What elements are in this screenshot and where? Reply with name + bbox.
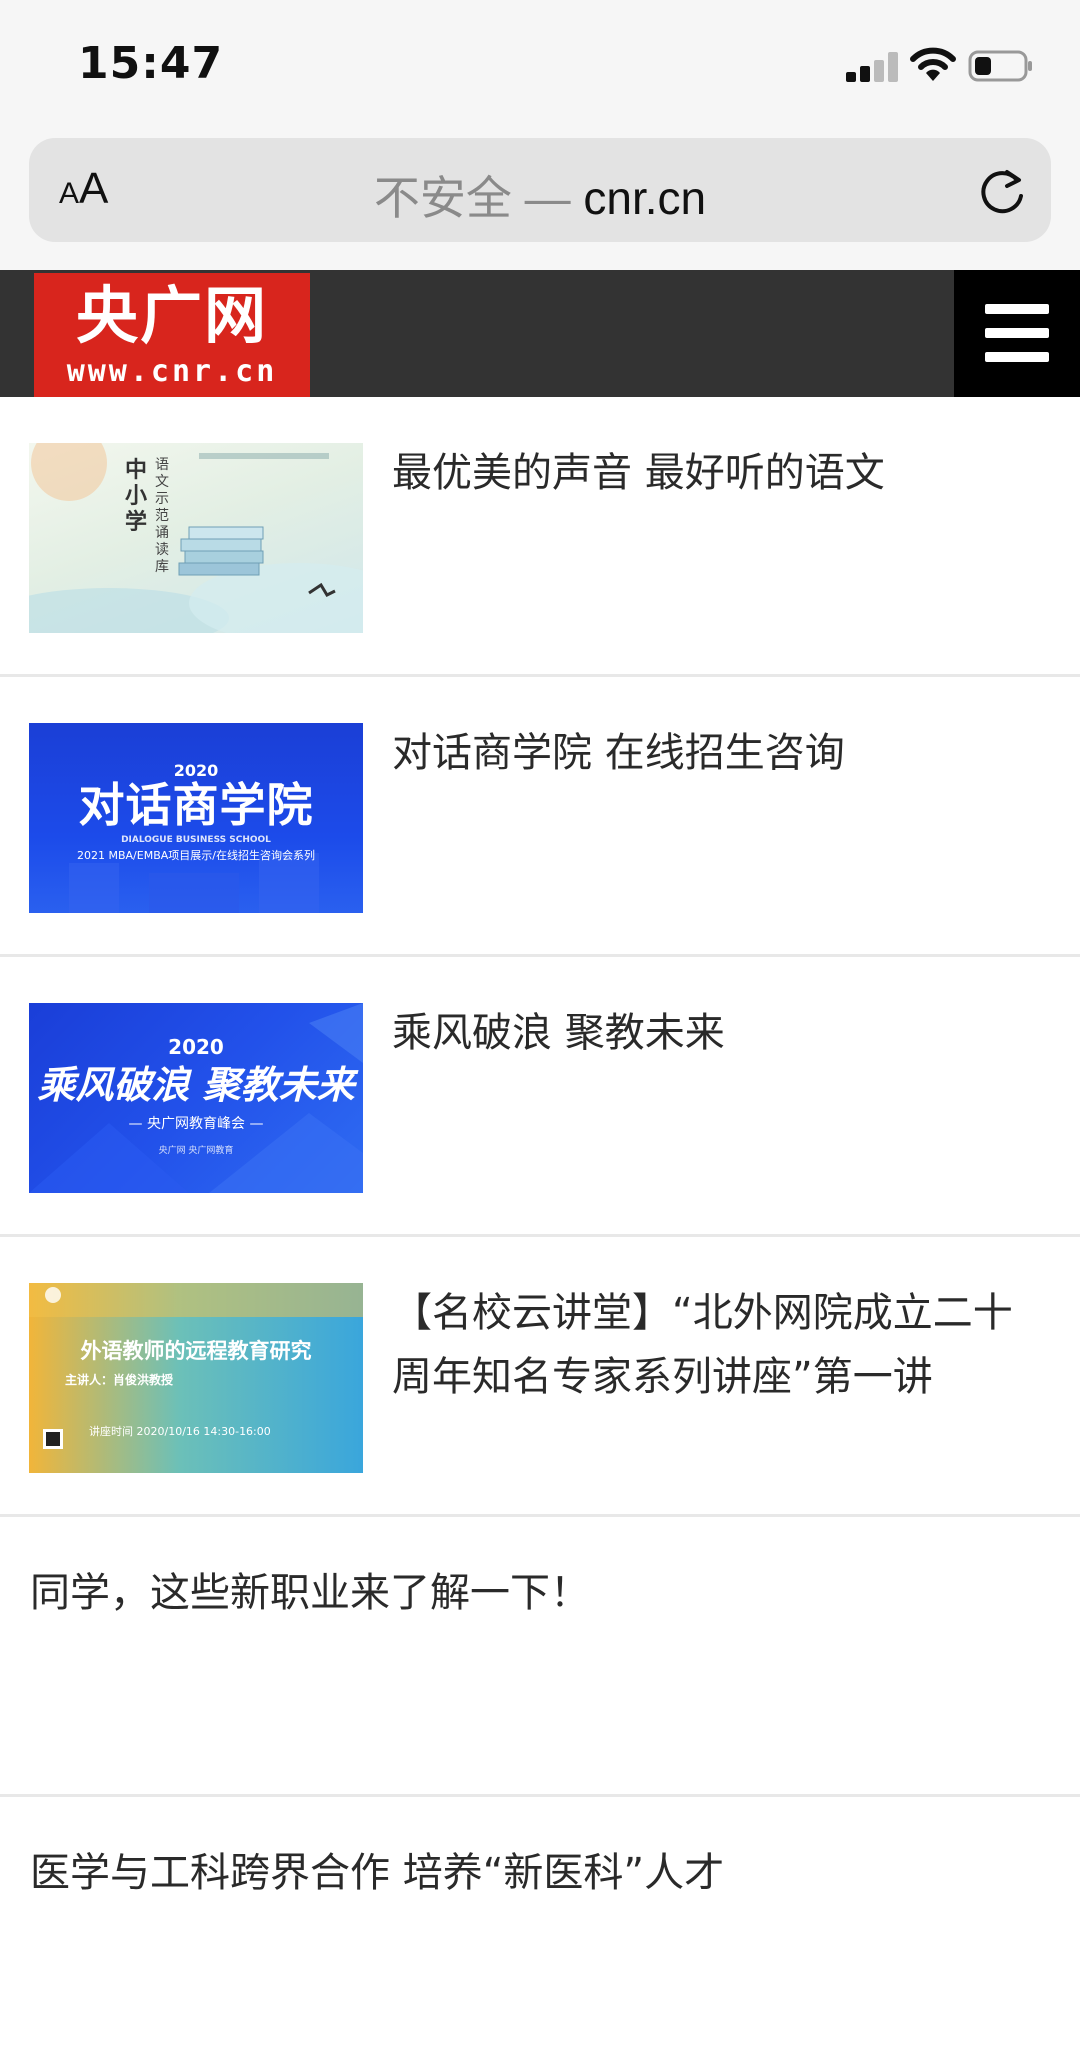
status-time: 15:47: [78, 38, 224, 89]
status-bar: 15:47: [0, 0, 1080, 130]
list-item[interactable]: 2020 乘风破浪 聚教未来 — 央广网教育峰会 — 央广网 央广网教育 乘风破…: [0, 957, 1080, 1237]
article-title[interactable]: 医学与工科跨界合作 培养“新医科”人才: [30, 1841, 1050, 1905]
url-domain: cnr.cn: [583, 172, 707, 224]
list-item[interactable]: 2020 对话商学院 DIALOGUE BUSINESS SCHOOL 2021…: [0, 677, 1080, 957]
browser-toolbar: AA 不安全 — cnr.cn: [0, 130, 1080, 270]
thumb-time: 讲座时间 2020/10/16 14:30-16:00: [89, 1425, 271, 1438]
thumb-speaker: 主讲人：肖俊洪教授: [65, 1373, 174, 1387]
thumb-side-text: 语文示范诵读库: [155, 457, 169, 575]
thumb-footer: 央广网 央广网教育: [158, 1146, 234, 1156]
list-item[interactable]: 同学，这些新职业来了解一下！: [0, 1517, 1080, 1797]
article-title[interactable]: 对话商学院 在线招生咨询: [392, 721, 1052, 785]
thumb-headline: 对话商学院: [78, 778, 314, 832]
article-title[interactable]: 【名校云讲堂】“北外网院成立二十周年知名专家系列讲座”第一讲: [392, 1281, 1052, 1409]
url-display[interactable]: 不安全 — cnr.cn: [29, 162, 1051, 228]
logo-main-text: 央广网: [75, 279, 268, 352]
article-title[interactable]: 乘风破浪 聚教未来: [392, 1001, 1052, 1065]
wifi-icon: [910, 47, 956, 81]
site-header: 央广网 www.cnr.cn: [0, 270, 1080, 397]
logo-url-text: www.cnr.cn: [66, 354, 278, 389]
thumb-headline: 乘风破浪 聚教未来: [37, 1063, 355, 1107]
list-item[interactable]: 外语教师的远程教育研究 主讲人：肖俊洪教授 讲座时间 2020/10/16 14…: [0, 1237, 1080, 1517]
article-thumbnail[interactable]: 中小学 语文示范诵读库: [29, 443, 363, 633]
list-item[interactable]: 中小学 语文示范诵读库 最优美的声音 最好听的语文: [0, 397, 1080, 677]
article-thumbnail[interactable]: 2020 对话商学院 DIALOGUE BUSINESS SCHOOL 2021…: [29, 723, 363, 913]
thumb-sub: — 央广网教育峰会 —: [128, 1116, 264, 1132]
reload-icon[interactable]: [977, 166, 1029, 218]
insecure-label: 不安全 —: [373, 172, 584, 224]
list-item[interactable]: 医学与工科跨界合作 培养“新医科”人才: [0, 1797, 1080, 2055]
thumb-headline: 外语教师的远程教育研究: [80, 1339, 312, 1363]
battery-icon: [968, 50, 1032, 82]
hamburger-menu-icon[interactable]: [954, 270, 1080, 397]
article-thumbnail[interactable]: 2020 乘风破浪 聚教未来 — 央广网教育峰会 — 央广网 央广网教育: [29, 1003, 363, 1193]
thumb-tagline: 2021 MBA/EMBA项目展示/在线招生咨询会系列: [77, 849, 315, 862]
article-title[interactable]: 同学，这些新职业来了解一下！: [30, 1561, 1050, 1625]
thumb-sub-en: DIALOGUE BUSINESS SCHOOL: [121, 835, 271, 845]
article-title[interactable]: 最优美的声音 最好听的语文: [392, 441, 1052, 505]
article-thumbnail[interactable]: 外语教师的远程教育研究 主讲人：肖俊洪教授 讲座时间 2020/10/16 14…: [29, 1283, 363, 1473]
site-logo[interactable]: 央广网 www.cnr.cn: [34, 273, 310, 397]
news-list: 中小学 语文示范诵读库 最优美的声音 最好听的语文 2020 对话商学院 DIA…: [0, 397, 1080, 2055]
cellular-signal-icon: [846, 52, 898, 82]
thumb-year: 2020: [168, 1035, 224, 1059]
thumb-banner-text: 中小学: [125, 457, 148, 535]
address-bar[interactable]: AA 不安全 — cnr.cn: [29, 138, 1051, 242]
